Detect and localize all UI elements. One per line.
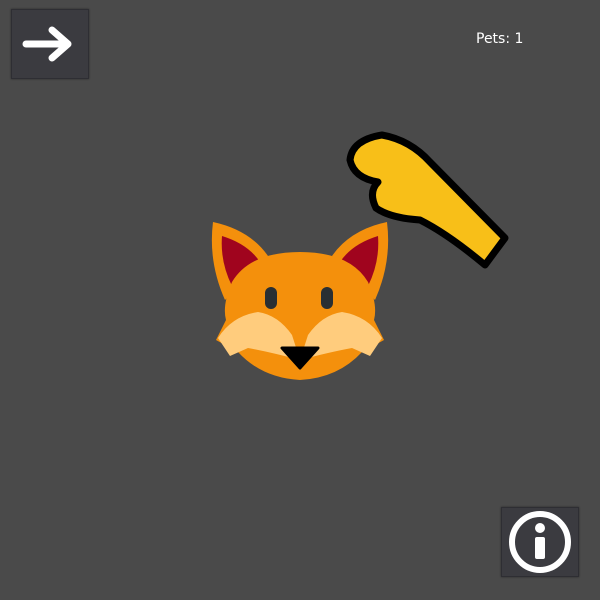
info-button[interactable] [501,507,579,577]
pets-label: Pets: [476,31,511,47]
pets-count: 1 [514,31,524,47]
fox-left-eye [265,287,277,309]
pets-counter: Pets: 1 [476,30,523,48]
next-button[interactable] [11,9,89,79]
fox-character[interactable] [210,218,390,383]
fox-right-eye [321,287,333,309]
right-arrow-icon [22,26,72,62]
info-icon [509,511,571,573]
game-stage[interactable]: Pets: 1 [0,0,600,600]
